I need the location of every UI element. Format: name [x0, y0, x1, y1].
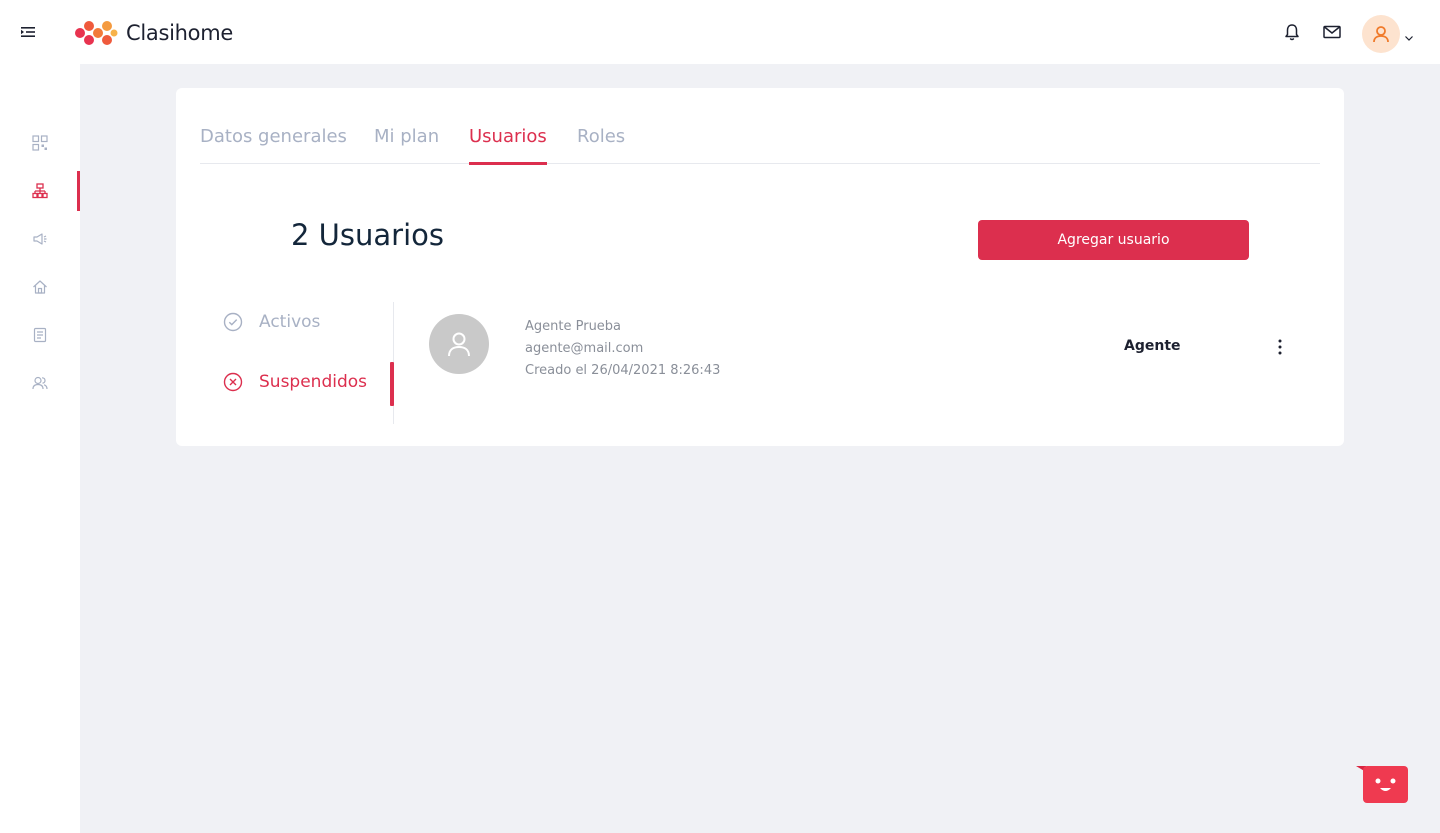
- user-name: Agente Prueba: [525, 319, 622, 334]
- mail-icon[interactable]: [1322, 22, 1342, 42]
- user-email: agente@mail.com: [525, 341, 644, 356]
- active-filter-indicator: [390, 362, 394, 406]
- filter-suspendidos-label: Suspendidos: [259, 372, 368, 392]
- sidebar-item-organization[interactable]: [0, 171, 80, 211]
- tab-mi-plan[interactable]: Mi plan: [374, 126, 439, 164]
- more-vertical-icon: [1278, 339, 1282, 355]
- users-icon: [32, 376, 48, 390]
- chat-bot-button[interactable]: [1356, 764, 1410, 804]
- filter-activos-label: Activos: [259, 312, 321, 332]
- chat-bot-icon: [1356, 766, 1408, 803]
- x-circle-icon: [223, 372, 243, 392]
- sidebar-item-properties[interactable]: [0, 267, 80, 307]
- avatar[interactable]: [1362, 15, 1400, 53]
- document-icon: [33, 327, 47, 343]
- sidebar: [0, 64, 80, 833]
- sidebar-item-dashboard[interactable]: [0, 123, 80, 163]
- user-role: Agente: [1124, 338, 1181, 354]
- user-avatar: [429, 314, 489, 374]
- add-user-button[interactable]: Agregar usuario: [978, 220, 1249, 260]
- more-options-button[interactable]: [1270, 336, 1290, 358]
- user-icon: [1373, 26, 1389, 43]
- user-placeholder-icon: [448, 332, 470, 357]
- menu-toggle-icon[interactable]: [20, 24, 36, 40]
- user-created-date: Creado el 26/04/2021 8:26:43: [525, 363, 721, 378]
- chevron-down-icon[interactable]: [1404, 28, 1414, 41]
- bell-icon[interactable]: [1282, 22, 1302, 42]
- tab-roles[interactable]: Roles: [577, 126, 625, 164]
- users-card: Datos generales Mi plan Usuarios Roles 2…: [176, 88, 1344, 446]
- filter-suspendidos[interactable]: Suspendidos: [223, 372, 367, 392]
- tab-bar: Datos generales Mi plan Usuarios Roles: [200, 88, 1320, 165]
- top-bar: Clasihome: [0, 0, 1440, 64]
- sidebar-item-documents[interactable]: [0, 315, 80, 355]
- user-info: Agente Prueba agente@mail.com Creado el …: [525, 316, 720, 382]
- app-name: Clasihome: [126, 21, 233, 45]
- tab-datos-generales[interactable]: Datos generales: [200, 126, 347, 164]
- tab-usuarios[interactable]: Usuarios: [469, 126, 547, 165]
- users-count-title: 2 Usuarios: [291, 218, 444, 252]
- qr-grid-icon: [32, 135, 48, 151]
- logo-mark-icon: [75, 21, 118, 45]
- sidebar-item-marketing[interactable]: [0, 219, 80, 259]
- logo[interactable]: Clasihome: [74, 17, 233, 49]
- megaphone-icon: [33, 233, 47, 245]
- home-icon: [33, 280, 47, 294]
- sitemap-icon: [32, 183, 48, 199]
- sidebar-item-users[interactable]: [0, 363, 80, 403]
- filter-activos[interactable]: Activos: [223, 312, 320, 332]
- check-circle-icon: [223, 312, 243, 332]
